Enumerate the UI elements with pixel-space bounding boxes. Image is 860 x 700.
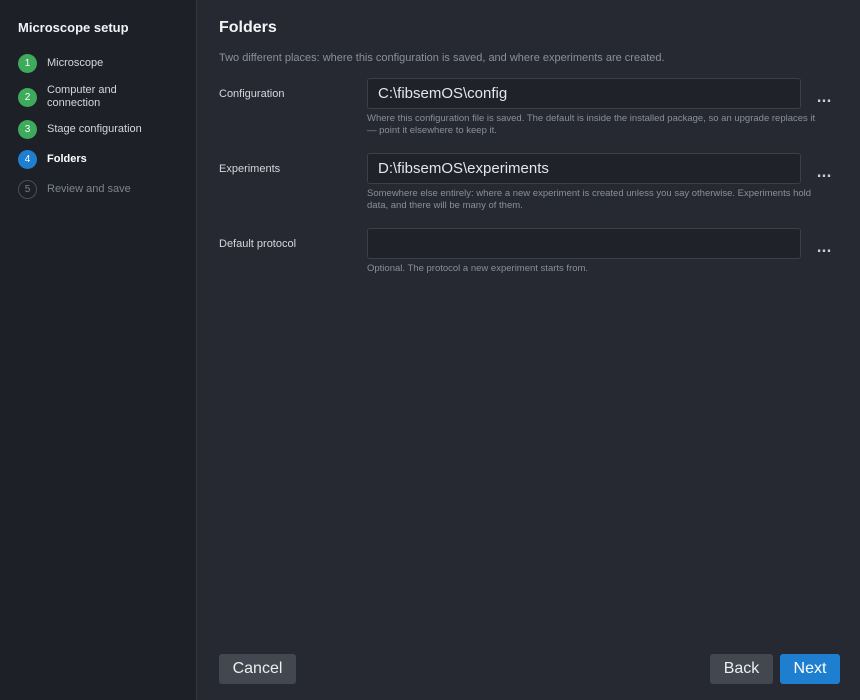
step-label: Stage configuration <box>47 123 142 135</box>
configuration-browse-button[interactable]: ... <box>812 88 836 108</box>
step-number-badge: 1 <box>18 54 37 73</box>
step-label: Microscope <box>47 57 104 69</box>
experiments-browse-button[interactable]: ... <box>812 163 836 183</box>
experiments-label: Experiments <box>219 163 281 175</box>
configuration-label: Configuration <box>219 88 285 100</box>
configuration-hint: Where this configuration file is saved. … <box>367 113 816 136</box>
step-computer-and-connection[interactable]: 2 Computer and connection <box>18 84 188 110</box>
experiments-path-input[interactable] <box>367 153 801 184</box>
step-stage-configuration[interactable]: 3 Stage configuration <box>18 120 188 139</box>
next-button[interactable]: Next <box>780 654 840 684</box>
default-protocol-path-input[interactable] <box>367 228 801 259</box>
step-number-badge: 2 <box>18 87 37 107</box>
default-protocol-label: Default protocol <box>219 238 297 250</box>
step-number-badge: 5 <box>18 180 37 199</box>
page-title: Folders <box>219 19 277 36</box>
sidebar-title: Microscope setup <box>18 20 129 35</box>
default-protocol-hint: Optional. The protocol a new experiment … <box>367 263 589 274</box>
main-panel: Folders Two different places: where this… <box>198 0 860 700</box>
wizard-sidebar: Microscope setup 1 Microscope 2 Computer… <box>0 0 197 700</box>
step-label: Review and save <box>47 183 131 195</box>
step-label: Computer and connection <box>47 84 117 109</box>
step-number-badge: 4 <box>18 150 37 169</box>
page-subtitle: Two different places: where this configu… <box>219 52 665 64</box>
configuration-path-input[interactable] <box>367 78 801 109</box>
experiments-hint: Somewhere else entirely: where a new exp… <box>367 188 812 211</box>
step-microscope[interactable]: 1 Microscope <box>18 54 188 73</box>
step-folders[interactable]: 4 Folders <box>18 150 188 169</box>
step-review-and-save[interactable]: 5 Review and save <box>18 180 188 199</box>
default-protocol-browse-button[interactable]: ... <box>812 238 836 258</box>
back-button[interactable]: Back <box>710 654 773 684</box>
step-number-badge: 3 <box>18 120 37 139</box>
cancel-button[interactable]: Cancel <box>219 654 296 684</box>
step-label: Folders <box>47 153 87 165</box>
